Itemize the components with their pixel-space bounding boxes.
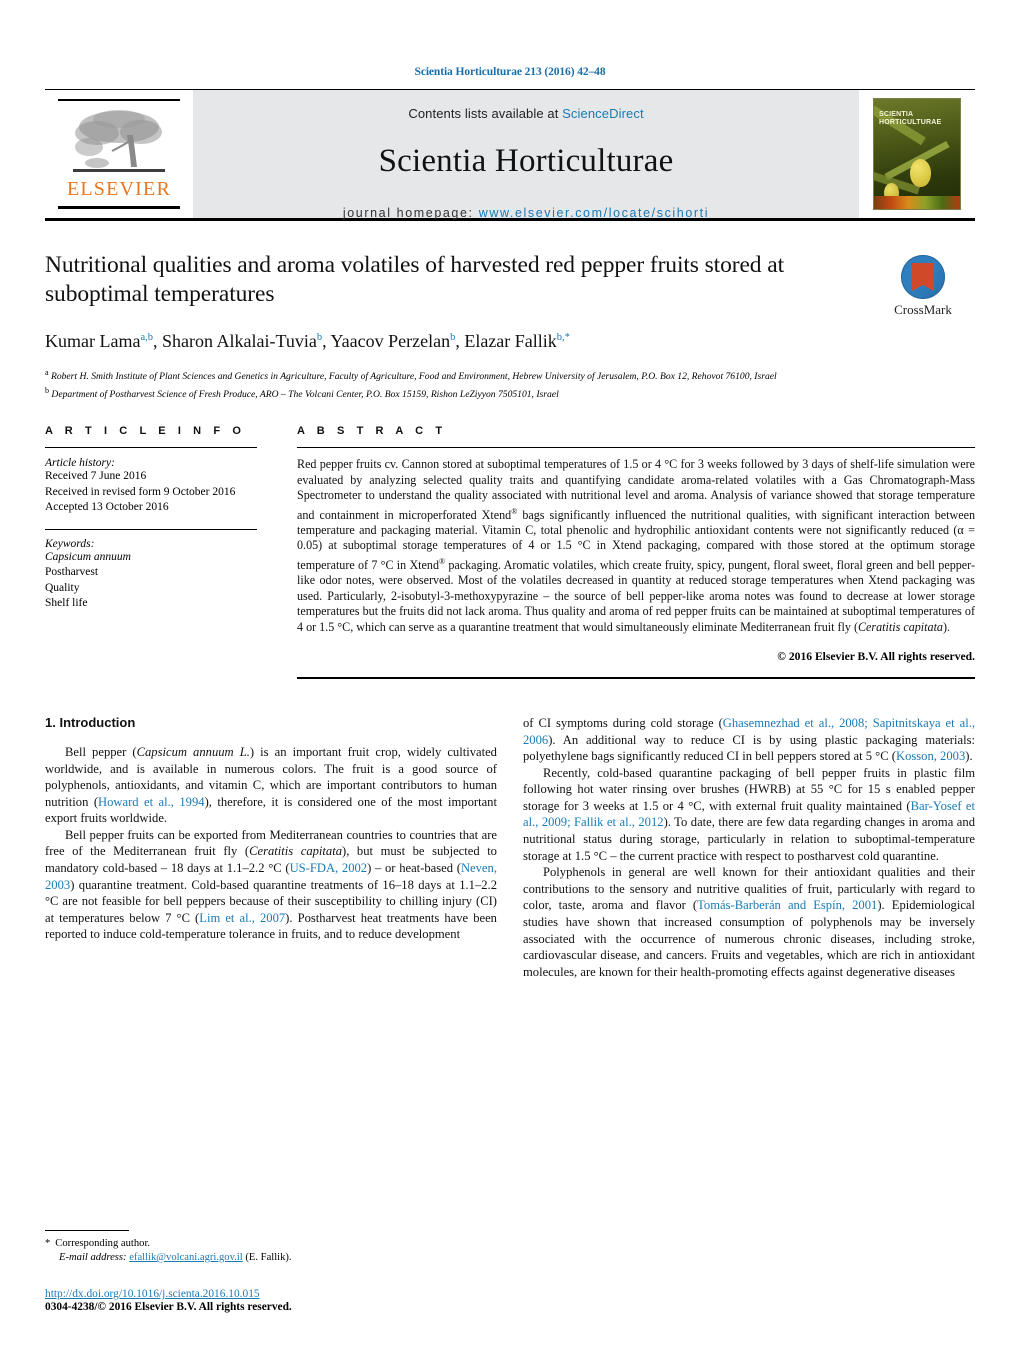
- affiliation-item: b Department of Postharvest Science of F…: [45, 384, 855, 402]
- issn-copyright-line: 0304-4238/© 2016 Elsevier B.V. All right…: [45, 1301, 292, 1313]
- crossmark-label: CrossMark: [894, 302, 952, 317]
- running-head: Scientia Horticulturae 213 (2016) 42–48: [414, 66, 606, 78]
- paragraph: Polyphenols in general are well known fo…: [523, 865, 975, 979]
- journal-title: Scientia Horticulturae: [378, 143, 674, 179]
- cover-color-strip: [874, 196, 960, 209]
- masthead-center: Contents lists available at ScienceDirec…: [193, 90, 859, 220]
- email-label: E-mail address:: [59, 1252, 127, 1263]
- footnote-rule: [45, 1230, 129, 1231]
- body-column-right: of CI symptoms during cold storage (Ghas…: [523, 715, 975, 981]
- email-note: E-mail address: efallik@volcani.agri.gov…: [45, 1251, 497, 1265]
- author-affil-marks: b,*: [556, 332, 570, 343]
- keyword-item: Capsicum annuum: [45, 550, 131, 563]
- journal-masthead: ELSEVIER Contents lists available at Sci…: [45, 90, 975, 220]
- affiliation-text: Department of Postharvest Science of Fre…: [51, 388, 559, 400]
- doi-link[interactable]: http://dx.doi.org/10.1016/j.scienta.2016…: [45, 1288, 497, 1300]
- author-name: Sharon Alkalai-Tuvia: [162, 331, 317, 351]
- doi-block: http://dx.doi.org/10.1016/j.scienta.2016…: [45, 1288, 497, 1313]
- logo-bottom-rule: [58, 206, 180, 209]
- abstract-bottom-rule: [297, 676, 975, 679]
- author-name: Kumar Lama: [45, 331, 141, 351]
- affiliation-text: Robert H. Smith Institute of Plant Scien…: [50, 371, 777, 383]
- paragraph: Recently, cold-based quarantine packagin…: [523, 765, 975, 863]
- homepage-label: journal homepage:: [342, 206, 479, 220]
- page-title: Nutritional qualities and aroma volatile…: [45, 252, 784, 307]
- crossmark-badge[interactable]: CrossMark: [871, 255, 975, 318]
- author-name: Yaacov Perzelan: [330, 331, 451, 351]
- history-revised: Received in revised form 9 October 2016: [45, 485, 236, 498]
- journal-homepage-line: journal homepage: www.elsevier.com/locat…: [343, 206, 709, 220]
- journal-article-page: Scientia Horticulturae 213 (2016) 42–48: [0, 0, 1020, 1351]
- email-link[interactable]: efallik@volcani.agri.gov.il: [129, 1252, 243, 1263]
- article-info-heading: A R T I C L E I N F O: [45, 425, 246, 438]
- elsevier-wordmark: ELSEVIER: [66, 178, 172, 200]
- journal-cover-thumbnail: SCIENTIA HORTICULTURAE: [873, 98, 961, 210]
- journal-homepage-url[interactable]: www.elsevier.com/locate/scihorti: [479, 206, 709, 220]
- contents-prefix: Contents lists available at: [408, 106, 563, 121]
- abstract-text: Red pepper fruits cv. Cannon stored at s…: [297, 457, 975, 634]
- abstract-rule: [297, 447, 975, 449]
- affiliation-mark: a: [45, 368, 49, 377]
- author-affil-marks: b: [450, 332, 456, 343]
- abstract-column: A B S T R A C T Red pepper fruits cv. Ca…: [297, 425, 975, 679]
- section-heading-introduction: 1. Introduction: [45, 714, 136, 730]
- corresponding-label: Corresponding author.: [55, 1238, 151, 1249]
- crossmark-icon: [901, 255, 945, 299]
- affiliation-mark: b: [45, 385, 49, 395]
- author-name: Elazar Fallik: [464, 331, 557, 351]
- article-info-rule: [45, 447, 257, 449]
- sciencedirect-link[interactable]: ScienceDirect: [562, 106, 644, 121]
- corresponding-marker: *: [45, 1238, 51, 1249]
- elsevier-logo-container: ELSEVIER: [45, 90, 193, 218]
- abstract-heading: A B S T R A C T: [297, 425, 447, 438]
- history-received: Received 7 June 2016: [45, 470, 147, 483]
- article-info-column: A R T I C L E I N F O Article history: R…: [45, 425, 297, 679]
- paragraph: Bell pepper (Capsicum annuum L.) is an i…: [45, 744, 497, 826]
- body-column-left: 1. Introduction Bell pepper (Capsicum an…: [45, 715, 497, 981]
- article-history-label: Article history:: [45, 457, 115, 470]
- affiliation-item: a Robert H. Smith Institute of Plant Sci…: [45, 366, 855, 384]
- keyword-item: Postharvest: [45, 566, 99, 579]
- keywords-label: Keywords:: [45, 537, 95, 550]
- author-affil-marks: a,b: [140, 332, 154, 343]
- journal-cover-container: SCIENTIA HORTICULTURAE: [859, 90, 975, 218]
- keywords-block: Keywords: Capsicum annuum Postharvest Qu…: [45, 528, 257, 612]
- history-accepted: Accepted 13 October 2016: [45, 501, 169, 514]
- email-suffix: (E. Fallik).: [245, 1252, 292, 1263]
- title-block: CrossMark Nutritional qualities and arom…: [45, 251, 975, 401]
- corresponding-author-note: * Corresponding author.: [45, 1237, 497, 1251]
- article-body: 1. Introduction Bell pepper (Capsicum an…: [45, 715, 975, 981]
- abstract-copyright: © 2016 Elsevier B.V. All rights reserved…: [777, 649, 975, 663]
- keywords-rule: [45, 528, 257, 530]
- keyword-item: Shelf life: [45, 597, 88, 610]
- elsevier-tree-icon: [73, 110, 165, 172]
- paragraph: of CI symptoms during cold storage (Ghas…: [523, 715, 975, 764]
- author-affil-marks: b: [316, 332, 323, 343]
- logo-top-rule: [58, 99, 180, 101]
- elsevier-logo: ELSEVIER: [58, 99, 180, 209]
- affiliation-list: a Robert H. Smith Institute of Plant Sci…: [45, 366, 855, 401]
- author-list: Kumar Lamaa,b, Sharon Alkalai-Tuviab, Ya…: [45, 331, 570, 351]
- cover-fruit-large: [910, 159, 931, 187]
- info-and-abstract: A R T I C L E I N F O Article history: R…: [45, 425, 975, 679]
- paragraph: Bell pepper fruits can be exported from …: [45, 827, 497, 942]
- footnote-area: * Corresponding author. E-mail address: e…: [45, 1230, 497, 1313]
- cover-title-text: SCIENTIA HORTICULTURAE: [879, 111, 942, 126]
- contents-available-line: Contents lists available at ScienceDirec…: [408, 106, 643, 121]
- keyword-item: Quality: [45, 581, 80, 594]
